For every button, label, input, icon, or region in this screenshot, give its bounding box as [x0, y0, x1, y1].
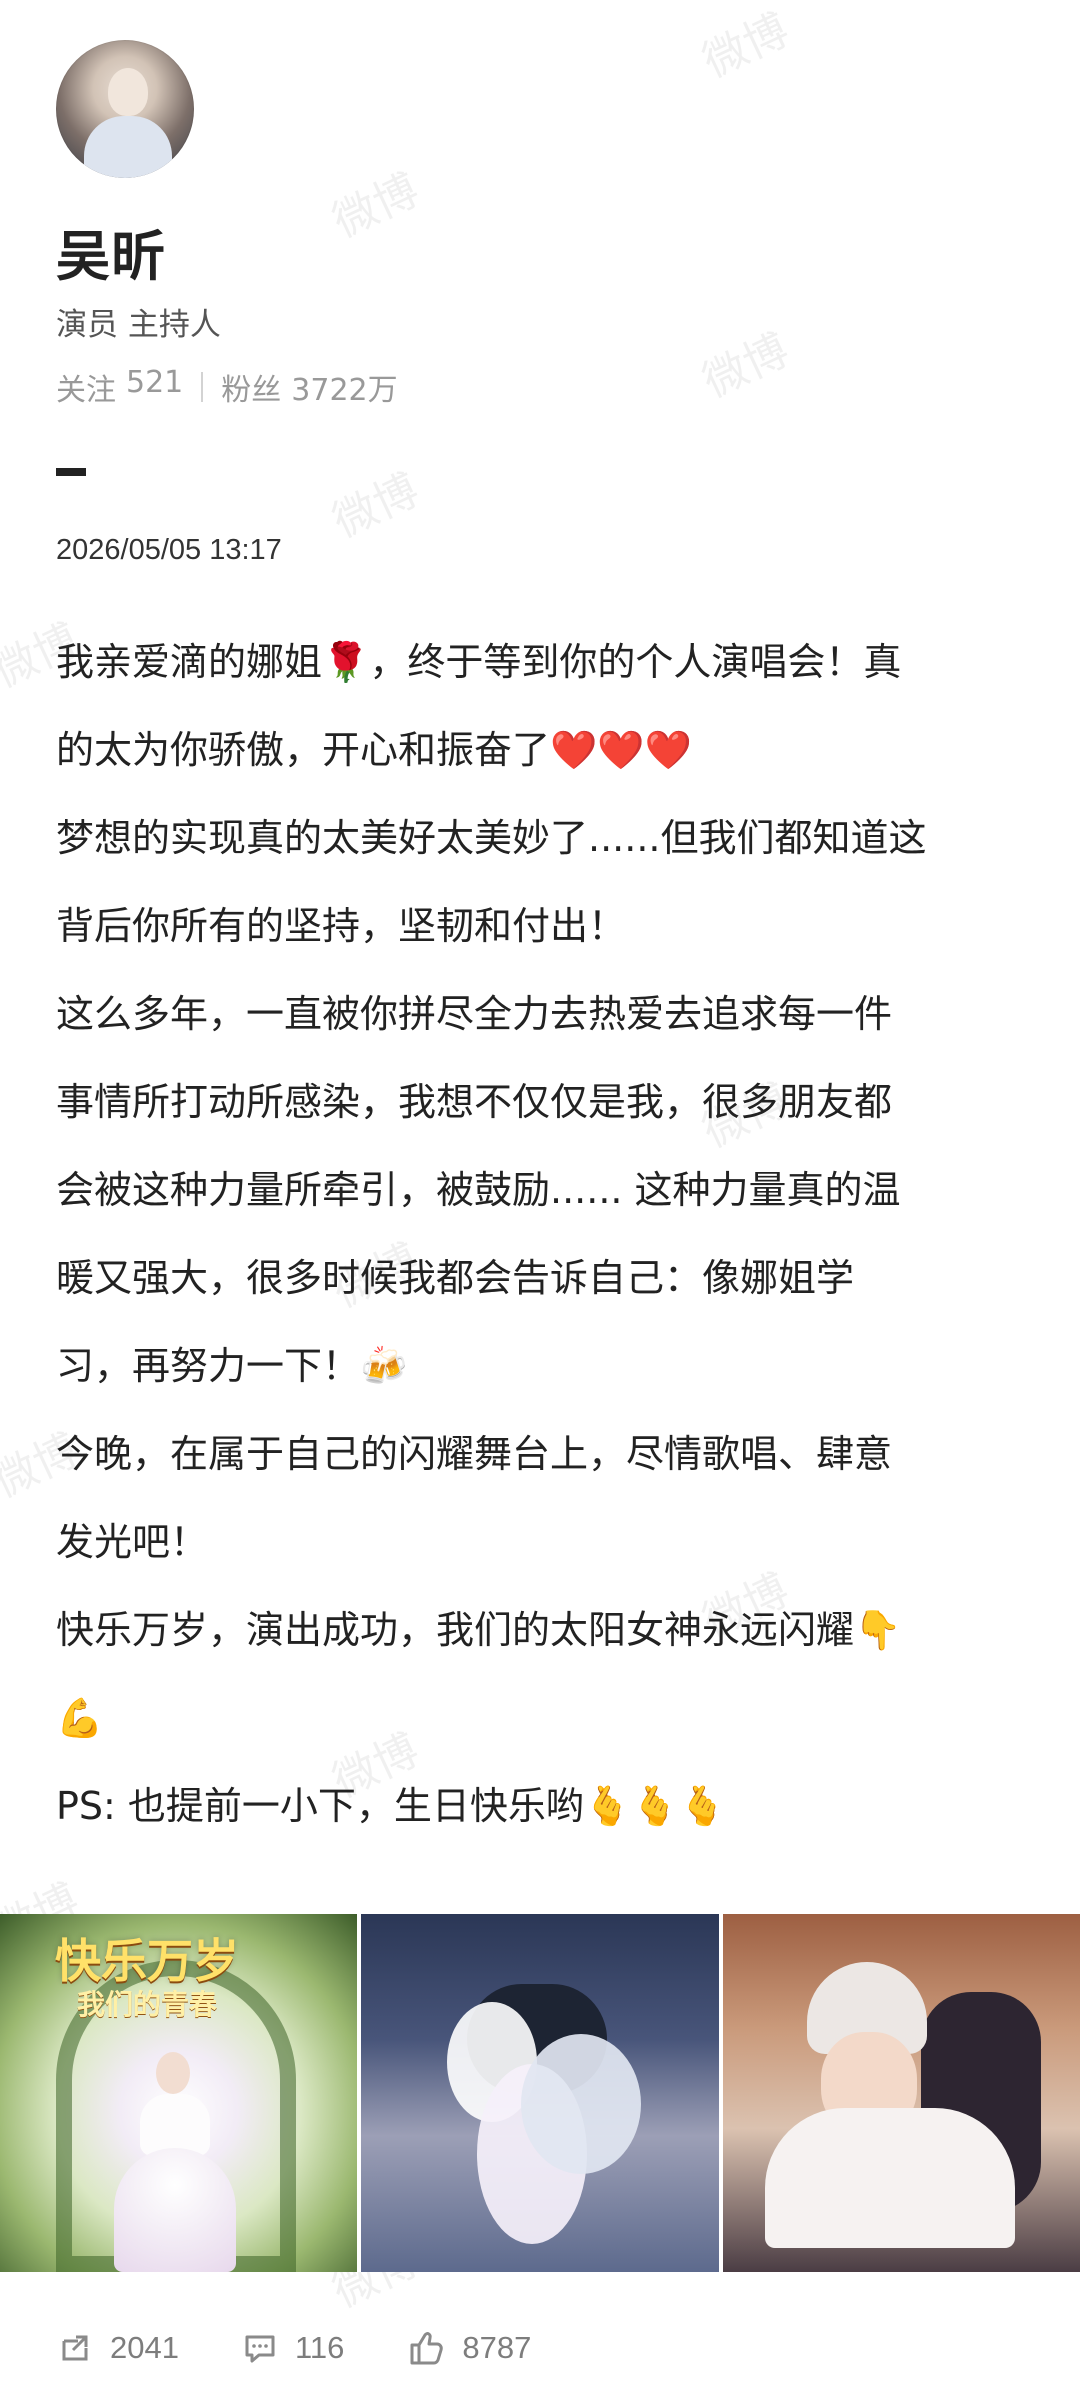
post-image[interactable]: 快乐万岁 我们的青春	[0, 1914, 358, 2272]
post-timestamp: 2026/05/05 13:17	[56, 534, 282, 566]
post-image[interactable]	[361, 1914, 719, 2272]
comment-action[interactable]: 116	[241, 2329, 344, 2367]
image-figure	[114, 2052, 236, 2272]
post-line: 背后你所有的坚持，坚韧和付出！	[56, 904, 627, 948]
post-line: 会被这种力量所牵引，被鼓励...... 这种力量真的温	[56, 1168, 901, 1212]
like-count: 8787	[462, 2330, 532, 2365]
repost-count: 2041	[110, 2330, 179, 2365]
following-count: 521	[126, 365, 184, 400]
post-line: 习，再努力一下！🍻	[56, 1344, 408, 1388]
figure-skirt	[114, 2148, 236, 2272]
post-image[interactable]	[722, 1914, 1080, 2272]
post-line: 这么多年，一直被你拼尽全力去热爱去追求每一件	[56, 992, 893, 1036]
post-line: 今晚，在属于自己的闪耀舞台上，尽情歌唱、肆意	[56, 1432, 893, 1476]
profile-stats: 关注 521 粉丝 3722万	[56, 365, 398, 409]
like-action[interactable]: 8787	[406, 2328, 531, 2368]
post-line: 的太为你骄傲，开心和振奋了❤️❤️❤️	[56, 728, 692, 772]
image-shape	[521, 2034, 642, 2174]
followers-stat[interactable]: 粉丝 3722万	[221, 365, 397, 409]
post-body: 我亲爱滴的娜姐🌹，终于等到你的个人演唱会！真 的太为你骄傲，开心和振奋了❤️❤️…	[56, 618, 1016, 1850]
thumbs-up-icon	[410, 2332, 444, 2365]
post-line: PS: 也提前一小下，生日快乐哟🫰🫰🫰	[56, 1784, 726, 1828]
watermark: 微博	[325, 464, 427, 548]
minimize-icon[interactable]	[56, 468, 86, 476]
watermark: 微博	[325, 164, 427, 248]
following-label: 关注	[56, 373, 116, 408]
post-line: 我亲爱滴的娜姐🌹，终于等到你的个人演唱会！真	[56, 640, 902, 684]
weibo-post-page: 微博 微博 微博 微博 微博 微博 微博 微博 微博 微博 微博 微博 微博 吴…	[0, 0, 1080, 2405]
followers-label: 粉丝	[221, 373, 282, 408]
post-line: 💪	[56, 1696, 104, 1740]
post-line: 梦想的实现真的太美好太美妙了......但我们都知道这	[56, 816, 927, 860]
post-line: 发光吧！	[56, 1520, 209, 1564]
avatar[interactable]	[56, 40, 194, 178]
post-image-grid: 快乐万岁 我们的青春	[0, 1914, 1080, 2272]
post-line: 暖又强大，很多时候我都会告诉自己：像娜姐学	[56, 1256, 855, 1300]
followers-count: 3722万	[291, 373, 398, 408]
watermark: 微博	[695, 4, 797, 88]
image-coat	[764, 2108, 1015, 2248]
share-icon	[62, 2335, 88, 2361]
figure-head	[156, 2052, 190, 2094]
watermark: 微博	[695, 324, 797, 408]
comment-icon	[245, 2335, 275, 2363]
image-title-main: 快乐万岁	[55, 1934, 239, 1988]
post-line: 快乐万岁，演出成功，我们的太阳女神永远闪耀👇	[56, 1608, 902, 1652]
profile-title: 演员 主持人	[56, 307, 221, 343]
post-line: 事情所打动所感染，我想不仅仅是我，很多朋友都	[56, 1080, 893, 1124]
image-title-sub: 我们的青春	[76, 1988, 217, 2021]
image-title: 快乐万岁 我们的青春	[32, 1934, 262, 2022]
comment-count: 116	[294, 2330, 345, 2365]
repost-action[interactable]: 2041	[56, 2329, 179, 2367]
following-stat[interactable]: 关注 521	[56, 365, 183, 409]
post-actions: 2041 116 8787	[56, 2318, 756, 2378]
profile-name[interactable]: 吴昕	[56, 212, 166, 291]
stats-divider	[201, 372, 204, 402]
figure-body	[140, 2094, 210, 2156]
